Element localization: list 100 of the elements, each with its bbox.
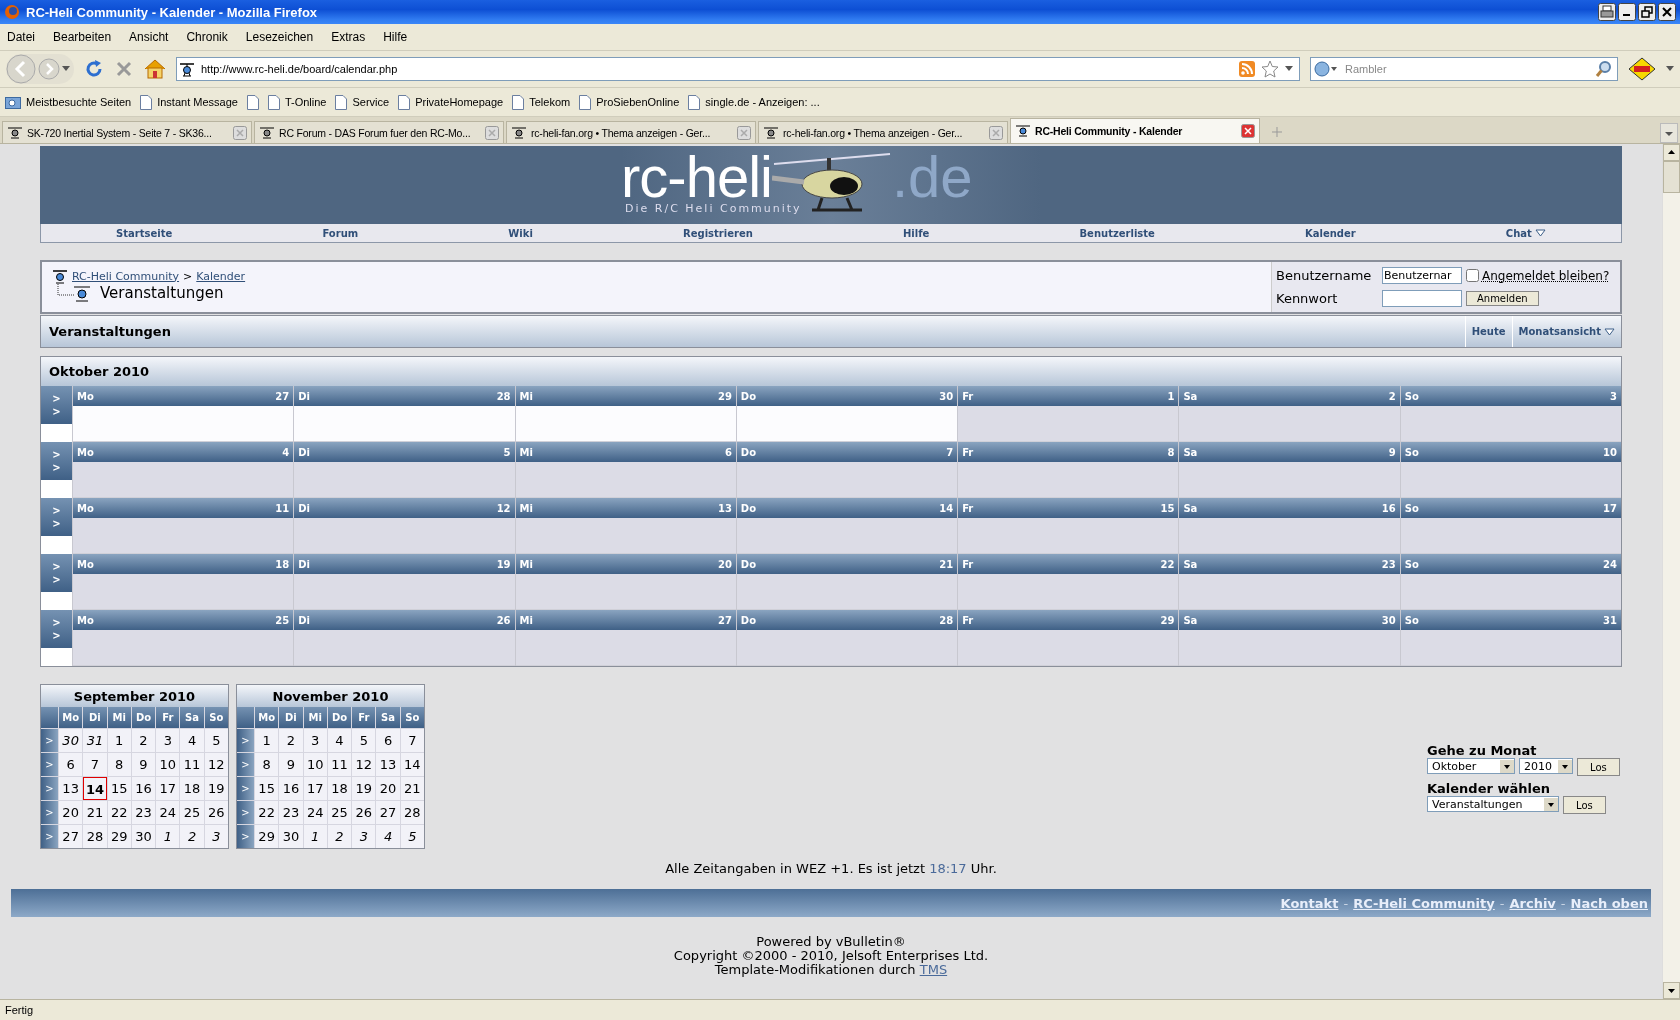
day-cell[interactable] (1400, 462, 1621, 498)
day-cell[interactable]: 18 (180, 777, 204, 800)
nav-link[interactable]: Registrieren (683, 227, 753, 239)
day-header[interactable]: Mo 27 (73, 386, 294, 406)
week-link[interactable]: > (237, 825, 254, 848)
folder-icon[interactable] (5, 95, 21, 109)
printer-icon[interactable] (1598, 3, 1616, 21)
day-header[interactable]: Di 26 (294, 610, 515, 630)
day-number[interactable]: 27 (717, 614, 732, 626)
day-cell[interactable]: 23 (131, 801, 156, 824)
day-cell[interactable]: 21 (83, 801, 107, 824)
day-cell[interactable]: 30 (131, 825, 156, 848)
day-cell[interactable] (1179, 574, 1400, 610)
breadcrumb-link[interactable]: RC-Heli Community (72, 269, 180, 283)
day-cell[interactable]: 13 (376, 753, 400, 776)
day-header[interactable]: Sa 9 (1179, 442, 1400, 462)
menu-item[interactable]: Chronik (186, 30, 228, 44)
day-cell[interactable] (515, 574, 736, 610)
toolbar-link[interactable]: Heute (1464, 316, 1512, 347)
day-header[interactable]: Fr 8 (958, 442, 1179, 462)
week-link[interactable]: > (41, 777, 58, 800)
day-number[interactable]: 3 (1610, 390, 1617, 402)
day-header[interactable]: Mo 18 (73, 554, 294, 574)
day-number[interactable]: 21 (939, 558, 954, 570)
login-button[interactable]: Anmelden (1465, 291, 1539, 306)
day-cell[interactable]: 28 (83, 825, 107, 848)
day-number[interactable]: 19 (496, 558, 511, 570)
nav-link[interactable]: Wiki (508, 227, 533, 239)
day-number[interactable]: 30 (1381, 614, 1396, 626)
day-cell[interactable]: 30 (59, 729, 83, 752)
day-header[interactable]: Mi 13 (515, 498, 736, 518)
dropdown-icon[interactable] (1285, 66, 1293, 72)
day-cell[interactable] (958, 518, 1179, 554)
day-number[interactable]: 28 (939, 614, 954, 626)
day-cell[interactable]: 9 (279, 753, 303, 776)
day-cell[interactable] (736, 518, 958, 554)
day-cell[interactable]: 31 (83, 729, 107, 752)
day-cell[interactable]: 6 (59, 753, 83, 776)
search-icon[interactable] (1595, 60, 1613, 78)
toolbar-link[interactable]: Monatsansicht (1511, 316, 1621, 347)
caret-icon[interactable] (1500, 759, 1514, 773)
day-header[interactable]: Fr 15 (958, 498, 1179, 518)
day-cell[interactable]: 20 (376, 777, 400, 800)
day-cell[interactable]: 20 (59, 801, 83, 824)
day-cell[interactable]: 16 (279, 777, 303, 800)
day-cell[interactable]: 14 (83, 777, 107, 800)
week-link[interactable]: > (52, 629, 61, 642)
bookmark-link[interactable]: Service (352, 96, 390, 108)
day-number[interactable]: 4 (282, 446, 290, 458)
week-link[interactable]: > (52, 573, 61, 586)
week-link[interactable]: > (237, 801, 254, 824)
go-button[interactable]: Los (1563, 796, 1606, 814)
day-cell[interactable]: 27 (59, 825, 83, 848)
day-cell[interactable] (73, 630, 294, 666)
day-cell[interactable] (1179, 518, 1400, 554)
bookmark-link[interactable]: Telekom (529, 96, 571, 108)
menu-item[interactable]: Ansicht (129, 30, 169, 44)
day-cell[interactable] (515, 630, 736, 666)
day-cell[interactable]: 2 (131, 729, 156, 752)
day-header[interactable]: Fr 22 (958, 554, 1179, 574)
close-icon[interactable] (1658, 3, 1676, 21)
week-link[interactable]: > (237, 777, 254, 800)
menu-item[interactable]: Lesezeichen (245, 30, 314, 44)
day-cell[interactable]: 23 (279, 801, 303, 824)
remember-checkbox[interactable] (1465, 269, 1479, 282)
day-header[interactable]: Mo 4 (73, 442, 294, 462)
day-header[interactable]: Mo 25 (73, 610, 294, 630)
day-cell[interactable]: 2 (180, 825, 204, 848)
day-number[interactable]: 29 (717, 390, 732, 402)
day-cell[interactable] (294, 630, 515, 666)
page-icon[interactable] (398, 94, 411, 110)
stop-icon[interactable] (114, 59, 134, 79)
week-link[interactable]: > (52, 504, 61, 517)
day-cell[interactable]: 1 (303, 825, 327, 848)
day-cell[interactable]: 30 (279, 825, 303, 848)
day-cell[interactable]: 17 (156, 777, 180, 800)
mini-calendar-title[interactable]: September 2010 (41, 685, 228, 707)
page-icon[interactable] (267, 94, 280, 110)
day-number[interactable]: 17 (1603, 502, 1617, 514)
day-cell[interactable] (294, 462, 515, 498)
mini-calendar-title[interactable]: November 2010 (237, 685, 424, 707)
day-header[interactable]: Do 14 (736, 498, 958, 518)
day-cell[interactable]: 11 (327, 753, 352, 776)
day-cell[interactable] (294, 518, 515, 554)
day-cell[interactable]: 25 (180, 801, 204, 824)
day-cell[interactable]: 11 (180, 753, 204, 776)
day-cell[interactable]: 4 (180, 729, 204, 752)
day-cell[interactable] (73, 406, 294, 442)
browser-tab[interactable]: RC-Heli Community - Kalender (1010, 118, 1260, 143)
day-cell[interactable] (958, 462, 1179, 498)
username-field[interactable]: Benutzernar (1381, 267, 1462, 284)
day-number[interactable]: 5 (503, 446, 511, 458)
week-link[interactable]: > (52, 560, 61, 573)
day-cell[interactable]: 26 (204, 801, 228, 824)
day-number[interactable]: 11 (275, 502, 290, 514)
day-cell[interactable]: 17 (303, 777, 327, 800)
day-cell[interactable] (515, 462, 736, 498)
browser-tab[interactable]: RC Forum - DAS Forum fuer den RC-Mo... (254, 121, 504, 143)
day-cell[interactable]: 13 (59, 777, 83, 800)
day-header[interactable]: So 17 (1400, 498, 1621, 518)
